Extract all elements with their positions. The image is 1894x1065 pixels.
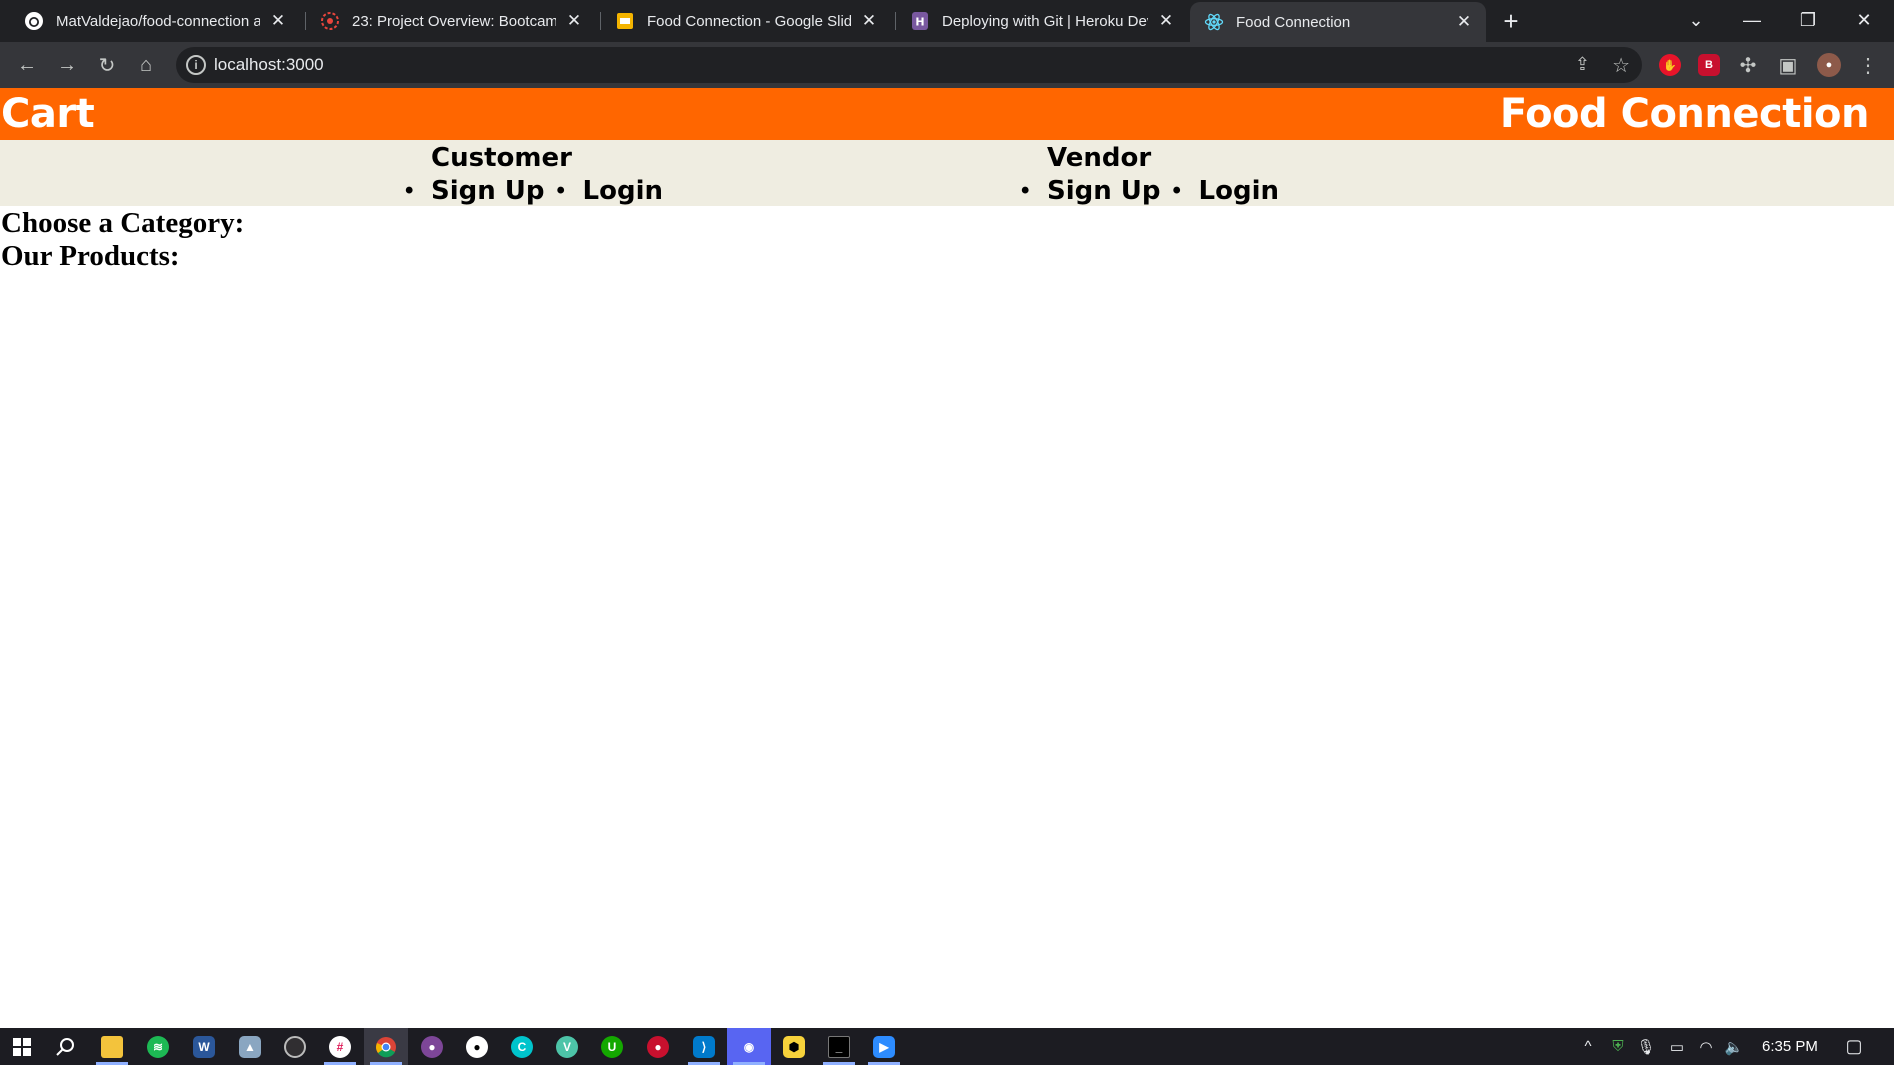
tab-search-icon[interactable]: ⌄ bbox=[1668, 0, 1724, 40]
tab-title: MatValdejao/food-connection at bbox=[56, 12, 260, 30]
site-info-icon[interactable]: i bbox=[186, 55, 206, 75]
customer-login-link[interactable]: Login bbox=[583, 175, 663, 207]
vendor-nav: Vendor • Sign Up • Login bbox=[1021, 142, 1291, 207]
terminal-icon[interactable]: _ bbox=[817, 1028, 861, 1065]
bullet: • bbox=[1172, 177, 1181, 204]
tab-title: 23: Project Overview: Bootcamp bbox=[352, 12, 556, 30]
cart-link[interactable]: Cart bbox=[1, 91, 95, 137]
show-hidden-icons-icon[interactable]: ^ bbox=[1576, 1028, 1600, 1065]
bullet: • bbox=[1021, 177, 1030, 204]
vscode-icon[interactable]: ⟩ bbox=[682, 1028, 726, 1065]
clock[interactable]: 6:35 PM bbox=[1762, 1028, 1818, 1065]
new-tab-button[interactable]: + bbox=[1496, 6, 1526, 36]
vendor-heading: Vendor bbox=[1047, 143, 1152, 173]
slack-icon[interactable]: # bbox=[318, 1028, 362, 1065]
extensions-puzzle-icon[interactable]: ✣ bbox=[1733, 50, 1763, 80]
spotify-icon[interactable]: ≋ bbox=[136, 1028, 180, 1065]
battery-icon[interactable]: ▭ bbox=[1664, 1028, 1690, 1065]
close-window-button[interactable]: ✕ bbox=[1836, 0, 1892, 40]
obs-icon[interactable] bbox=[273, 1028, 317, 1065]
web-page: Cart Food Connection Customer • Sign Up … bbox=[0, 88, 1894, 1028]
back-button[interactable]: ← bbox=[12, 50, 42, 80]
react-icon bbox=[1204, 12, 1224, 32]
tab-github[interactable]: MatValdejao/food-connection at ✕ bbox=[10, 0, 300, 42]
category-heading: Choose a Category: bbox=[1, 207, 245, 239]
windows-taskbar: ≋ W ▲ # ● ● C V U ● ⟩ ◉ ⬢ _ ▶ ^ ⛨ 🎙 ▭ ◠ … bbox=[0, 1028, 1894, 1065]
extension-b-icon[interactable]: B bbox=[1698, 54, 1720, 76]
svg-text:H: H bbox=[915, 16, 924, 29]
customer-links: • Sign Up • Login bbox=[405, 175, 675, 207]
minimize-button[interactable]: — bbox=[1724, 0, 1780, 40]
discord-icon[interactable]: ◉ bbox=[727, 1028, 771, 1065]
close-tab-icon[interactable]: ✕ bbox=[1156, 11, 1176, 31]
bullet: • bbox=[556, 177, 565, 204]
customer-nav: Customer • Sign Up • Login bbox=[405, 142, 675, 207]
vpn-icon[interactable]: V bbox=[545, 1028, 589, 1065]
customer-heading: Customer bbox=[431, 143, 572, 173]
profile-avatar[interactable]: ● bbox=[1817, 53, 1841, 77]
address-bar[interactable]: i localhost:3000 ⇪ ☆ bbox=[176, 47, 1642, 83]
products-heading: Our Products: bbox=[1, 240, 180, 272]
sticky-icon[interactable]: ⬢ bbox=[772, 1028, 816, 1065]
search-icon[interactable] bbox=[44, 1028, 88, 1065]
vendor-links: • Sign Up • Login bbox=[1021, 175, 1291, 207]
close-tab-icon[interactable]: ✕ bbox=[1454, 12, 1474, 32]
restore-button[interactable]: ❐ bbox=[1780, 0, 1836, 40]
photos-icon[interactable]: ▲ bbox=[228, 1028, 272, 1065]
site-title[interactable]: Food Connection bbox=[1500, 91, 1870, 137]
zoom-icon[interactable]: ▶ bbox=[862, 1028, 906, 1065]
share-icon[interactable]: ⇪ bbox=[1575, 54, 1590, 75]
heroku-icon: H bbox=[910, 11, 930, 31]
tab-title: Food Connection - Google Slides bbox=[647, 12, 851, 30]
home-button[interactable]: ⌂ bbox=[131, 50, 161, 80]
reload-button[interactable]: ↻ bbox=[92, 50, 122, 80]
security-shield-icon[interactable]: ⛨ bbox=[1606, 1028, 1630, 1065]
github-icon bbox=[24, 11, 44, 31]
url-text[interactable]: localhost:3000 bbox=[214, 55, 324, 75]
tab-title: Food Connection bbox=[1236, 13, 1351, 31]
browser-toolbar: ← → ↻ ⌂ i localhost:3000 ⇪ ☆ ✋ B ✣ ▣ ● ⋮ bbox=[0, 42, 1894, 88]
side-panel-icon[interactable]: ▣ bbox=[1773, 50, 1803, 80]
bullet: • bbox=[405, 177, 414, 204]
app-icon[interactable]: ● bbox=[636, 1028, 680, 1065]
vendor-signup-link[interactable]: Sign Up bbox=[1047, 175, 1161, 207]
close-tab-icon[interactable]: ✕ bbox=[564, 11, 584, 31]
tab-food-connection[interactable]: Food Connection ✕ bbox=[1190, 2, 1486, 42]
tab-bootcamp[interactable]: 23: Project Overview: Bootcamp ✕ bbox=[306, 0, 596, 42]
upwork-icon[interactable]: U bbox=[590, 1028, 634, 1065]
tab-google-slides[interactable]: Food Connection - Google Slides ✕ bbox=[601, 0, 891, 42]
forward-button[interactable]: → bbox=[52, 50, 82, 80]
tab-title: Deploying with Git | Heroku Dev bbox=[942, 12, 1148, 30]
canva-icon[interactable]: C bbox=[500, 1028, 544, 1065]
volume-icon[interactable]: 🔈 bbox=[1722, 1028, 1746, 1065]
adblock-extension-icon[interactable]: ✋ bbox=[1659, 54, 1681, 76]
microphone-icon[interactable]: 🎙 bbox=[1634, 1028, 1658, 1065]
wifi-icon[interactable]: ◠ bbox=[1694, 1028, 1718, 1065]
account-nav: Customer • Sign Up • Login Vendor • Sign… bbox=[0, 140, 1894, 206]
chrome-icon[interactable] bbox=[364, 1028, 408, 1065]
google-slides-icon bbox=[615, 11, 635, 31]
customer-signup-link[interactable]: Sign Up bbox=[431, 175, 545, 207]
bootcamp-icon bbox=[320, 11, 340, 31]
windows-start-icon[interactable] bbox=[0, 1028, 44, 1065]
close-tab-icon[interactable]: ✕ bbox=[859, 11, 879, 31]
bookmark-star-icon[interactable]: ☆ bbox=[1612, 53, 1630, 78]
site-header: Cart Food Connection bbox=[0, 88, 1894, 140]
close-tab-icon[interactable]: ✕ bbox=[268, 11, 288, 31]
chrome-menu-icon[interactable]: ⋮ bbox=[1853, 50, 1883, 80]
tab-heroku[interactable]: H Deploying with Git | Heroku Dev ✕ bbox=[896, 0, 1188, 42]
insomnia-icon[interactable]: ● bbox=[455, 1028, 499, 1065]
vendor-login-link[interactable]: Login bbox=[1199, 175, 1279, 207]
notifications-icon[interactable]: ▢ bbox=[1840, 1028, 1868, 1065]
file-explorer-icon[interactable] bbox=[90, 1028, 134, 1065]
tor-icon[interactable]: ● bbox=[410, 1028, 454, 1065]
browser-tab-strip: MatValdejao/food-connection at ✕ 23: Pro… bbox=[0, 0, 1894, 42]
word-icon[interactable]: W bbox=[182, 1028, 226, 1065]
